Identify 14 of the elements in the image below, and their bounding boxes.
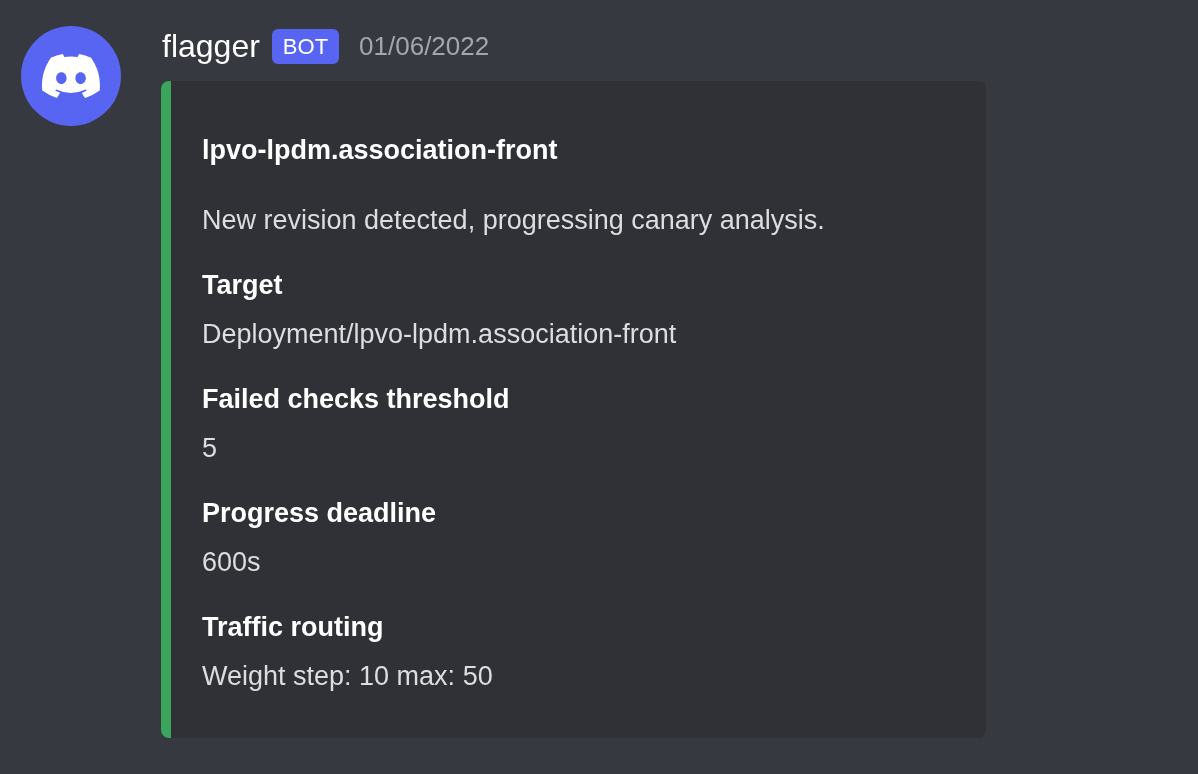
- field-name: Target: [202, 269, 284, 302]
- field-value: Deployment/lpvo-lpdm.association-front: [202, 318, 678, 351]
- bot-badge: BOT: [271, 28, 340, 64]
- embed-title: lpvo-lpdm.association-front: [202, 134, 559, 167]
- field-name: Failed checks threshold: [202, 383, 511, 416]
- field-name: Progress deadline: [202, 497, 438, 530]
- field-value: Weight step: 10 max: 50: [202, 660, 494, 693]
- field-value: 600s: [202, 546, 262, 579]
- bot-avatar-icon[interactable]: [21, 26, 121, 126]
- field-value: 5: [202, 432, 219, 465]
- timestamp: 01/06/2022: [359, 30, 490, 63]
- username[interactable]: flagger: [162, 26, 260, 66]
- embed-description: New revision detected, progressing canary analysis.: [202, 204, 826, 237]
- field-name: Traffic routing: [202, 611, 385, 644]
